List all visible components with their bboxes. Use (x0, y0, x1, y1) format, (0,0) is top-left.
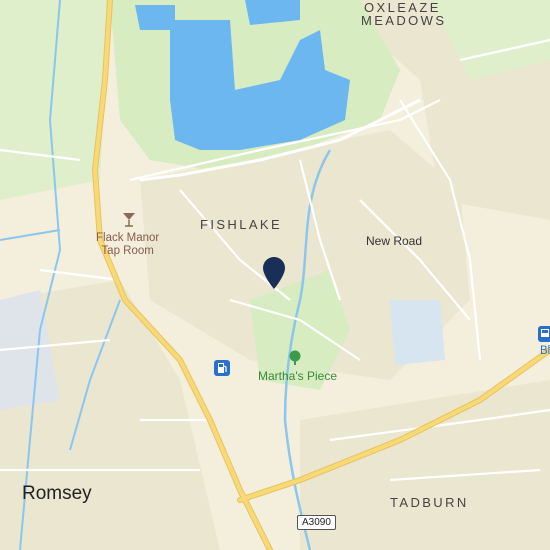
poi-label-pub-line1: Flack Manor (96, 232, 160, 244)
poi-label-pub[interactable]: Flack Manor Tap Room (96, 232, 159, 258)
poi-label-park[interactable]: Martha's Piece (258, 370, 337, 383)
area-label-meadows: MEADOWS (361, 13, 447, 28)
tree-icon[interactable] (288, 350, 302, 371)
cocktail-glass-icon[interactable] (122, 212, 136, 233)
area-label-tadburn: TADBURN (390, 495, 469, 510)
fuel-pump-icon[interactable] (214, 360, 230, 376)
poi-label-edge[interactable]: Bl (540, 345, 550, 358)
bus-stop-icon[interactable] (538, 326, 550, 342)
location-pin-icon[interactable] (262, 256, 286, 295)
town-label-romsey[interactable]: Romsey (22, 483, 92, 505)
road-label-new-road: New Road (366, 234, 423, 248)
area-label-fishlake: FISHLAKE (200, 217, 283, 232)
map-view[interactable]: OXLEAZE MEADOWS FISHLAKE TADBURN Romsey … (0, 0, 550, 550)
road-shield-a3090: A3090 (297, 515, 336, 530)
poi-label-pub-line2: Tap Room (101, 245, 154, 257)
